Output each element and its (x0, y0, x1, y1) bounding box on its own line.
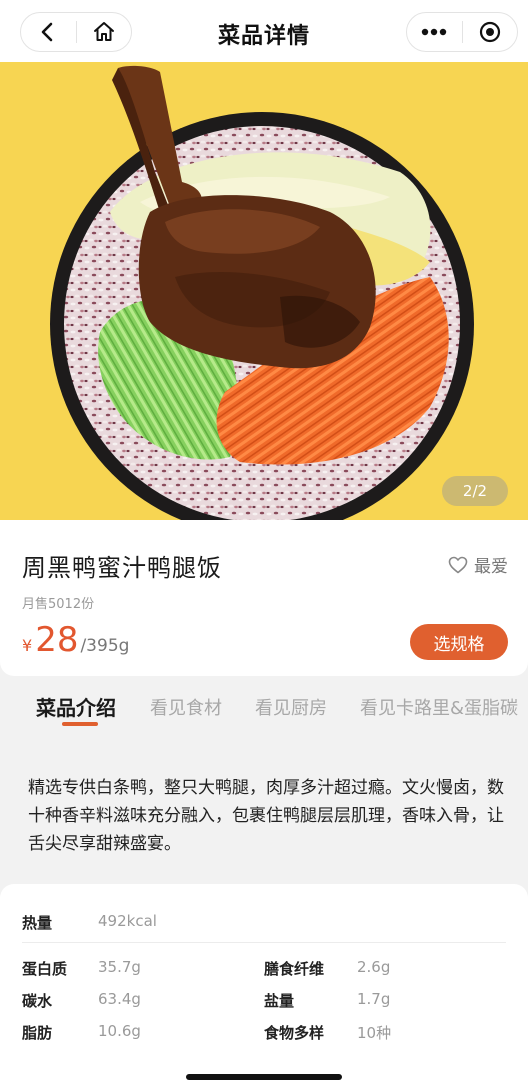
calories-value: 492kcal (98, 912, 157, 930)
description-section: 精选专供白条鸭，整只大鸭腿，肉厚多汁超过瘾。文火慢卤，数十种香辛料滋味充分融入，… (0, 736, 528, 884)
price-row: ¥ 28 /395g (22, 620, 129, 660)
protein-value: 35.7g (98, 958, 141, 976)
carbs-value: 63.4g (98, 990, 141, 1008)
dish-photo (50, 65, 474, 520)
currency-symbol: ¥ (22, 636, 33, 655)
tab-nutrition[interactable]: 看见卡路里&蛋脂碳 (360, 694, 518, 720)
divider (22, 942, 506, 943)
salt-value: 1.7g (357, 990, 391, 1008)
more-dots-icon (422, 28, 447, 36)
carousel-pager: 2/2 (442, 476, 508, 506)
tab-dish-intro[interactable]: 菜品介绍 (36, 692, 116, 721)
heart-icon (448, 556, 468, 573)
protein-label: 蛋白质 (22, 960, 68, 978)
nav-bar: 菜品详情 (0, 0, 528, 64)
dish-description: 精选专供白条鸭，整只大鸭腿，肉厚多汁超过瘾。文火慢卤，数十种香辛料滋味充分融入，… (28, 778, 504, 854)
fat-label: 脂肪 (22, 1024, 53, 1042)
tab-ingredients[interactable]: 看见食材 (150, 694, 222, 720)
calories-label: 热量 (22, 914, 53, 932)
dish-info-card: 周黑鸭蜜汁鸭腿饭 最爱 月售5012份 ¥ 28 /395g 选规格 (0, 520, 528, 676)
portion-weight: /395g (80, 636, 130, 656)
monthly-sales: 月售5012份 (22, 597, 95, 612)
select-spec-button[interactable]: 选规格 (410, 624, 508, 660)
home-indicator[interactable] (186, 1074, 342, 1080)
more-button[interactable] (407, 13, 462, 51)
fiber-label: 膳食纤维 (264, 960, 325, 978)
nav-capsule-right (406, 12, 518, 52)
page: 菜品详情 2/2 周黑鸭蜜汁鸭腿饭 最爱 月售5012份 ¥ 28 /395g … (0, 0, 528, 1090)
active-tab-indicator (62, 722, 98, 726)
salt-label: 盐量 (264, 992, 295, 1010)
food-variety-value: 10种 (357, 1024, 392, 1042)
detail-tabs: 菜品介绍 看见食材 看见厨房 看见卡路里&蛋脂碳 (0, 676, 528, 736)
dish-image-carousel[interactable]: 2/2 (0, 62, 528, 520)
fiber-value: 2.6g (357, 958, 391, 976)
fat-value: 10.6g (98, 1022, 141, 1040)
favorite-label: 最爱 (474, 557, 508, 577)
food-variety-label: 食物多样 (264, 1024, 325, 1042)
tab-kitchen[interactable]: 看见厨房 (255, 694, 327, 720)
carbs-label: 碳水 (22, 992, 53, 1010)
favorite-button[interactable]: 最爱 (448, 552, 508, 577)
nutrition-card: 热量 492kcal 蛋白质 35.7g 膳食纤维 2.6g 碳水 63.4g … (0, 884, 528, 1090)
price-value: 28 (35, 620, 79, 660)
dish-name: 周黑鸭蜜汁鸭腿饭 (22, 554, 222, 582)
close-miniprogram-button[interactable] (463, 13, 518, 51)
target-circle-icon (479, 21, 500, 43)
